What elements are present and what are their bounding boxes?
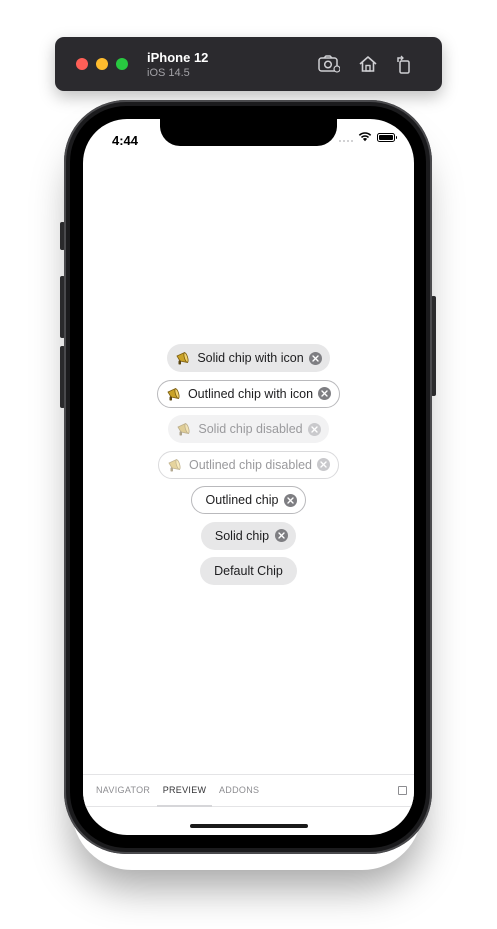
close-icon[interactable]: [275, 529, 289, 542]
addon-panel: NAVIGATOR PREVIEW ADDONS: [83, 774, 414, 807]
chip-label: Outlined chip disabled: [189, 457, 312, 472]
simulator-toolbar: iPhone 12 iOS 14.5: [55, 37, 442, 91]
close-icon[interactable]: [308, 351, 322, 365]
chip-outlined-with-icon[interactable]: Outlined chip with icon: [156, 379, 341, 408]
status-icons: [339, 132, 397, 142]
megaphone-icon: [176, 421, 192, 437]
chip-label: Solid chip with icon: [197, 351, 304, 365]
close-icon: [307, 422, 321, 436]
chip-solid[interactable]: Solid chip: [200, 521, 297, 550]
tab-addons[interactable]: ADDONS: [219, 775, 259, 807]
os-version: iOS 14.5: [147, 67, 190, 79]
home-indicator[interactable]: [190, 824, 308, 828]
cellular-signal-icon: [339, 132, 353, 142]
tab-navigator[interactable]: NAVIGATOR: [96, 775, 150, 807]
close-window-button[interactable]: [76, 58, 88, 70]
chip-solid-with-icon[interactable]: Solid chip with icon: [167, 344, 330, 372]
device-name: iPhone 12: [147, 50, 209, 65]
megaphone-icon: [166, 386, 182, 402]
zoom-window-button[interactable]: [116, 58, 128, 70]
home-icon[interactable]: [356, 52, 380, 76]
chip-outlined-disabled: Outlined chip disabled: [158, 450, 339, 479]
notch: [160, 119, 337, 146]
screenshot-icon[interactable]: [317, 52, 341, 76]
chip-default[interactable]: Default Chip: [200, 557, 297, 585]
chip-outlined[interactable]: Outlined chip: [190, 486, 307, 514]
chip-label: Solid chip disabled: [198, 422, 303, 436]
panel-toggle-icon[interactable]: [398, 786, 407, 795]
chip-label: Default Chip: [214, 564, 283, 578]
chip-label: Outlined chip: [205, 493, 279, 507]
chip-label: Outlined chip with icon: [187, 386, 314, 401]
battery-icon: [377, 132, 397, 142]
close-icon: [317, 458, 330, 471]
chip-list: Solid chip with icon Outlined chip with …: [83, 344, 414, 585]
megaphone-icon: [167, 457, 183, 473]
chip-label: Solid chip: [214, 528, 270, 543]
minimize-window-button[interactable]: [96, 58, 108, 70]
close-icon[interactable]: [318, 387, 332, 400]
status-time: 4:44: [112, 133, 139, 148]
megaphone-icon: [175, 350, 191, 366]
chip-solid-disabled: Solid chip disabled: [168, 415, 329, 443]
rotate-icon[interactable]: [392, 52, 416, 76]
wifi-icon: [358, 132, 372, 142]
device-screen: 4:44 Solid chip with icon Outlined chip …: [83, 119, 414, 835]
close-icon[interactable]: [284, 493, 298, 507]
tab-preview[interactable]: PREVIEW: [157, 775, 212, 807]
